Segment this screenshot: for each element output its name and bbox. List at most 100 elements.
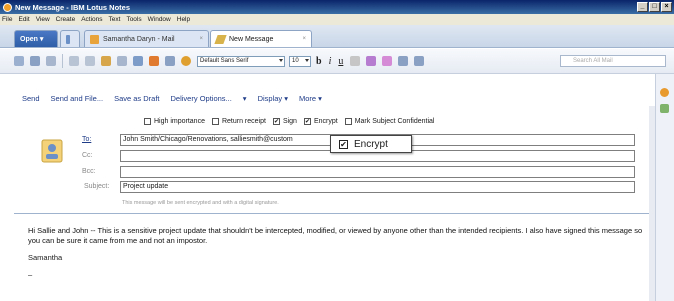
open-button-label: Open ▾: [20, 36, 44, 43]
cut-icon[interactable]: [69, 56, 79, 66]
menu-text[interactable]: Text: [109, 16, 121, 23]
paste-icon[interactable]: [101, 56, 111, 66]
option-encrypt[interactable]: ✔ Encrypt: [303, 117, 338, 125]
menu-window[interactable]: Window: [148, 16, 171, 23]
undo-icon[interactable]: [133, 56, 143, 66]
home-icon: [66, 34, 70, 44]
bold-button[interactable]: b: [316, 56, 322, 67]
tab-new-message-label: New Message: [229, 35, 274, 43]
encrypt-callout: ✔ Encrypt: [330, 135, 412, 153]
encrypt-checkbox[interactable]: ✔: [303, 117, 311, 125]
attach-icon[interactable]: [117, 56, 127, 66]
gear-icon[interactable]: [181, 56, 191, 66]
bcc-label: Bcc:: [82, 168, 96, 175]
subject-field[interactable]: Project update: [120, 181, 635, 193]
high-importance-checkbox[interactable]: [144, 117, 151, 125]
encrypt-label: Encrypt: [313, 117, 338, 125]
mark-subject-confidential-checkbox[interactable]: [344, 117, 352, 125]
send-and-file-button[interactable]: Send and File...: [51, 94, 104, 103]
sign-checkbox[interactable]: ✔: [272, 117, 280, 125]
tab-mail[interactable]: Samantha Daryn - Mail ×: [84, 30, 209, 47]
maximize-button[interactable]: □: [649, 2, 660, 12]
open-button[interactable]: Open ▾: [14, 30, 58, 47]
chevron-down-icon: [305, 58, 309, 62]
cc-label: Cc:: [82, 152, 93, 159]
highlight-icon[interactable]: [350, 56, 361, 66]
subject-label: Subject:: [84, 183, 110, 190]
menu-actions[interactable]: Actions: [81, 16, 102, 23]
contact-card-icon: [41, 139, 63, 163]
sign-label: Sign: [282, 117, 297, 125]
menu-file[interactable]: File: [2, 16, 12, 23]
mail-icon: [90, 34, 99, 44]
menu-help[interactable]: Help: [177, 16, 190, 23]
spellcheck-icon[interactable]: [165, 56, 175, 66]
message-body[interactable]: Hi Sallie and John -- This is a sensitiv…: [28, 226, 648, 246]
print-icon[interactable]: [46, 56, 56, 66]
tab-mail-label: Samantha Daryn - Mail: [103, 35, 175, 43]
display-menu[interactable]: Display ▾: [258, 94, 288, 103]
font-family-select[interactable]: Default Sans Serif: [197, 55, 285, 67]
new-icon[interactable]: [14, 56, 24, 66]
bcc-field[interactable]: [120, 166, 635, 178]
high-importance-label: High importance: [154, 117, 205, 125]
option-sign[interactable]: ✔ Sign: [272, 117, 297, 125]
indent-icon[interactable]: [398, 56, 409, 66]
menu-tools[interactable]: Tools: [126, 16, 141, 23]
menu-view[interactable]: View: [36, 16, 50, 23]
action-bar: Send Send and File... Save as Draft Deli…: [0, 91, 650, 106]
to-label[interactable]: To:: [82, 136, 91, 143]
font-family-value: Default Sans Serif: [200, 58, 249, 64]
menu-edit[interactable]: Edit: [18, 16, 29, 23]
save-icon[interactable]: [30, 56, 40, 66]
chevron-down-icon: [279, 58, 283, 62]
tab-home[interactable]: [60, 30, 80, 47]
send-button[interactable]: Send: [22, 94, 40, 103]
save-draft-icon[interactable]: [149, 56, 159, 66]
window-title: New Message - IBM Lotus Notes: [15, 2, 131, 12]
mark-subject-confidential-label: Mark Subject Confidential: [354, 117, 435, 125]
italic-button[interactable]: i: [329, 56, 332, 67]
tab-bar: Open ▾ Samantha Daryn - Mail × New Messa…: [0, 25, 674, 48]
menu-bar: File Edit View Create Actions Text Tools…: [0, 14, 674, 25]
tab-new-message[interactable]: New Message ×: [210, 30, 312, 47]
delivery-options-button[interactable]: Delivery Options...: [171, 94, 232, 103]
encrypt-callout-checkbox[interactable]: ✔: [339, 139, 348, 149]
font-size-value: 10: [292, 58, 299, 64]
return-receipt-checkbox[interactable]: [211, 117, 219, 125]
menu-create[interactable]: Create: [56, 16, 76, 23]
option-return-receipt[interactable]: Return receipt: [211, 117, 266, 125]
right-sidebar: [655, 74, 674, 301]
toolbar-separator: [62, 54, 63, 68]
underline-button[interactable]: u: [338, 56, 343, 67]
save-as-draft-button[interactable]: Save as Draft: [114, 94, 159, 103]
delivery-options: High importance Return receipt ✔ Sign ✔ …: [144, 116, 441, 126]
more-menu[interactable]: More ▾: [299, 94, 322, 103]
calendar-icon[interactable]: [660, 104, 669, 113]
flag-dropdown[interactable]: ▾: [243, 94, 247, 103]
close-tab-icon[interactable]: ×: [302, 36, 306, 42]
close-tab-icon[interactable]: ×: [199, 36, 203, 42]
close-button[interactable]: ×: [661, 2, 672, 12]
return-receipt-label: Return receipt: [221, 117, 266, 125]
option-high-importance[interactable]: High importance: [144, 117, 205, 125]
window-controls: _ □ ×: [637, 2, 672, 12]
font-size-select[interactable]: 10: [289, 55, 311, 67]
title-bar: New Message - IBM Lotus Notes _ □ ×: [0, 0, 674, 14]
text-cursor-line: –: [28, 270, 33, 279]
fill-color-icon[interactable]: [382, 56, 393, 66]
sametime-icon[interactable]: [660, 88, 669, 97]
encrypt-callout-label: Encrypt: [354, 138, 388, 150]
minimize-button[interactable]: _: [637, 2, 648, 12]
search-input[interactable]: Search All Mail: [560, 55, 666, 67]
text-color-icon[interactable]: [366, 56, 377, 66]
outdent-icon[interactable]: [414, 56, 425, 66]
security-note: This message will be sent encrypted and …: [122, 200, 279, 206]
option-mark-subject-confidential[interactable]: Mark Subject Confidential: [344, 117, 435, 125]
header-divider: [14, 213, 650, 214]
signature[interactable]: Samantha: [28, 253, 62, 262]
formatting-toolbar: Default Sans Serif 10 b i u Search All M…: [0, 49, 674, 74]
copy-icon[interactable]: [85, 56, 95, 66]
lotus-notes-icon: [3, 2, 12, 12]
search-placeholder: Search All Mail: [573, 58, 613, 64]
